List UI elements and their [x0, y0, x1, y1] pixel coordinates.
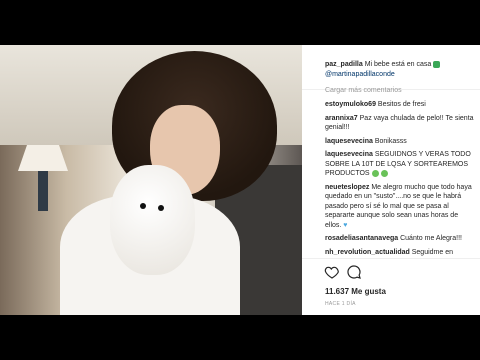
post-frame: paz_padilla Mi bebe está en casa @martin… — [0, 45, 480, 315]
comment-item: laquesevecina Bonikasss — [325, 137, 475, 147]
lamp-shade — [18, 145, 68, 171]
comments-panel: paz_padilla Mi bebe está en casa @martin… — [302, 45, 480, 315]
comment-username[interactable]: nh_revolution_actualidad — [325, 249, 410, 256]
comment-text: Bonikasss — [374, 137, 407, 145]
comment-item: neueteslopez Me alegro mucho que todo ha… — [325, 183, 475, 231]
mention-link[interactable]: @martinapadillaconde — [325, 71, 395, 78]
green-face-emoji-icon — [371, 169, 379, 177]
comment-text: Besitos de fresi — [377, 101, 426, 108]
lamp-base — [38, 171, 48, 211]
post-photo — [0, 45, 302, 315]
comment-username[interactable]: laquesevecina — [325, 138, 373, 145]
comment-item: laquesevecina SEGUIDNOS Y VERAS TODO SOB… — [325, 150, 475, 179]
comment-username[interactable]: arannixa7 — [325, 115, 358, 122]
caption: paz_padilla Mi bebe está en casa @martin… — [325, 60, 475, 80]
dog-eye-left — [140, 203, 146, 209]
comment-icon[interactable] — [346, 264, 362, 280]
heart-icon[interactable] — [324, 264, 340, 280]
dog — [110, 165, 195, 275]
comment-item: rosadeliasantanavega Cuánto me Alegra!!! — [325, 234, 475, 244]
comment-username[interactable]: laquesevecina — [325, 151, 373, 158]
comment-username[interactable]: estoymuloko69 — [325, 101, 376, 108]
blue-heart-icon: ♥ — [343, 221, 348, 229]
comment-item: estoymuloko69 Besitos de fresi — [325, 100, 475, 110]
post-header: paz_padilla Mi bebe está en casa @martin… — [302, 45, 480, 90]
comment-item: arannixa7 Paz vaya chulada de pelo!! Te … — [325, 114, 475, 133]
comment-item: nh_revolution_actualidad Seguidme en — [325, 248, 475, 258]
likes-count[interactable]: 11.637 Me gusta — [325, 287, 386, 296]
house-emoji-icon — [433, 60, 441, 68]
author-username[interactable]: paz_padilla — [325, 61, 363, 68]
caption-text: Mi bebe está en casa — [364, 61, 432, 68]
post-actions: 11.637 Me gusta HACE 1 DÍA — [302, 258, 480, 316]
dog-eye-right — [158, 205, 164, 211]
comments-list: estoymuloko69 Besitos de fresi arannixa7… — [325, 100, 475, 257]
green-face-emoji-icon — [380, 169, 388, 177]
comment-text: Cuánto me Alegra!!! — [400, 235, 462, 242]
load-more-comments[interactable]: Cargar más comentarios — [325, 87, 402, 94]
post-timestamp: HACE 1 DÍA — [325, 301, 356, 307]
comment-username[interactable]: rosadeliasantanavega — [325, 235, 398, 242]
comment-username[interactable]: neueteslopez — [325, 184, 369, 191]
comment-text: Seguidme en — [411, 248, 454, 256]
